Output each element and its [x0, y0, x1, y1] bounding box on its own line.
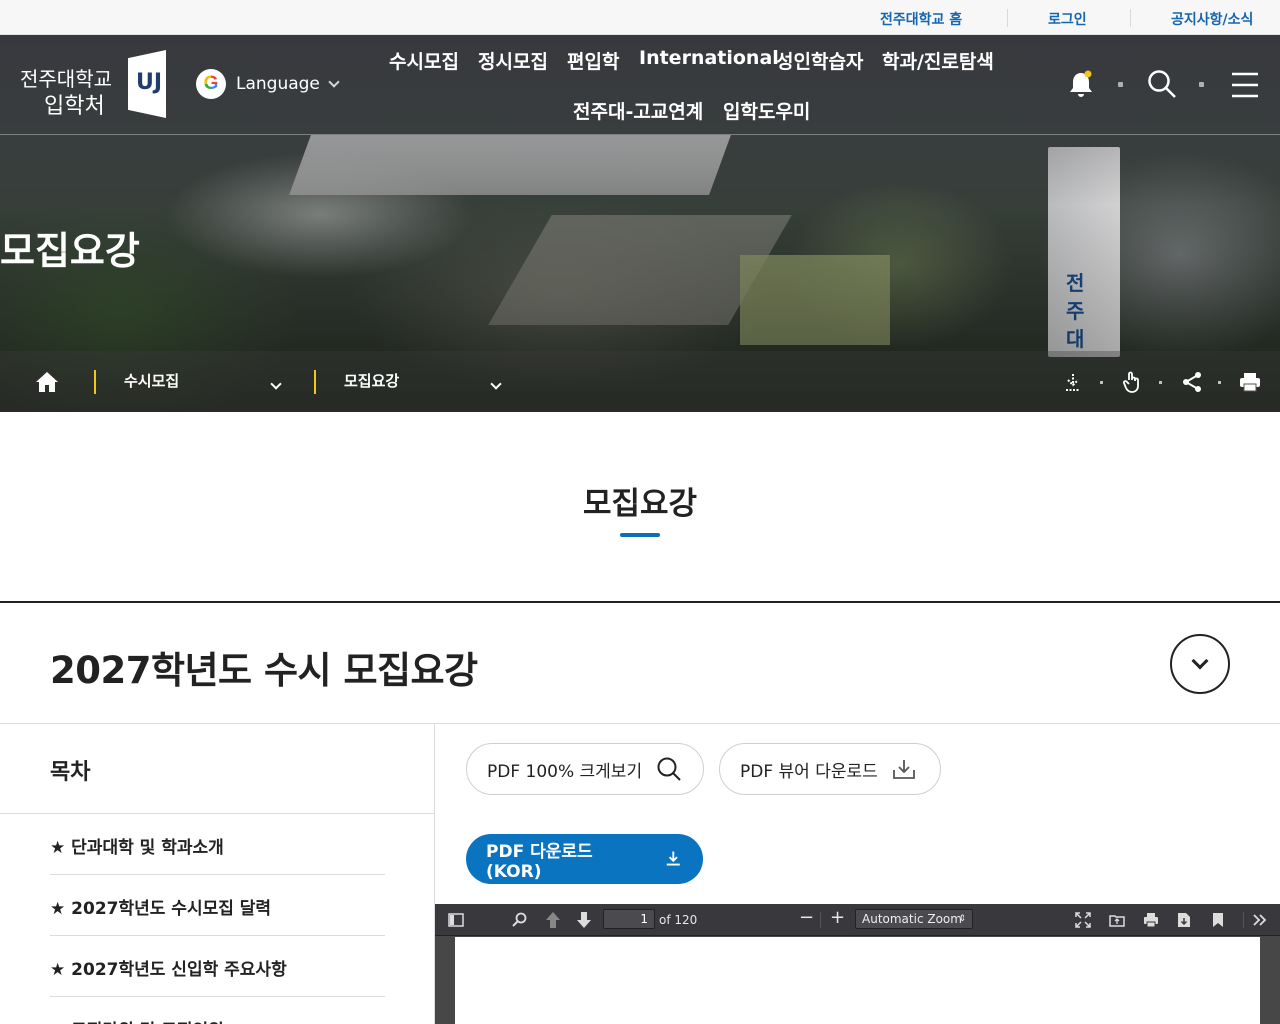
nav-item-departments[interactable]: 학과/진로탐색 [882, 47, 994, 74]
toc-header: 목차 [0, 724, 435, 814]
nav-item-susi[interactable]: 수시모집 [389, 47, 459, 74]
search-icon [657, 757, 681, 781]
logo-mark-text: UJ [136, 70, 163, 95]
zoom-select[interactable]: Automatic Zoom ⇕ [855, 909, 973, 929]
divider [1199, 82, 1204, 87]
download-icon [892, 760, 915, 779]
breadcrumb-level2[interactable]: 모집요강 [344, 370, 399, 391]
pdf-zoom-label: PDF 100% 크게보기 [487, 761, 643, 782]
toc-item[interactable]: ★ 단과대학 및 학과소개 [50, 814, 385, 875]
section-header: 2027학년도 수시 모집요강 [0, 601, 1280, 724]
nav-item-adult-learner[interactable]: 성인학습자 [776, 47, 863, 74]
divider [1100, 381, 1103, 384]
logo-mark-icon[interactable]: UJ [128, 50, 166, 118]
divider [314, 370, 316, 394]
chevron-down-icon[interactable] [270, 373, 282, 392]
pdf-download-kor-button[interactable]: PDF 다운로드 (KOR) [466, 834, 703, 884]
title-underline [620, 533, 660, 537]
divider [820, 912, 821, 928]
select-arrows-icon: ⇕ [958, 914, 966, 924]
divider [94, 370, 96, 394]
pdf-viewer: 1 of 120 − + Automatic Zoom ⇕ [435, 904, 1280, 1024]
divider [1218, 381, 1221, 384]
pdf-zoom-button[interactable]: PDF 100% 크게보기 [466, 743, 704, 795]
search-icon[interactable] [1147, 69, 1177, 99]
share-icon[interactable] [1181, 371, 1203, 393]
nav-item-helper[interactable]: 입학도우미 [723, 97, 810, 124]
nav-item-jeongsi[interactable]: 정시모집 [478, 47, 548, 74]
bell-icon[interactable] [1068, 70, 1094, 100]
site-header: 전주대학교 입학처 UJ G Language 수시모집 정시모집 편입학 In… [0, 35, 1280, 135]
notice-link[interactable]: 공지사항/소식 [1171, 9, 1253, 29]
logo-line2: 입학처 [44, 94, 105, 119]
toc-item[interactable]: ★ 2027학년도 신입학 주요사항 [50, 936, 385, 997]
page-number-input[interactable]: 1 [603, 909, 655, 929]
tools-chevron-icon[interactable] [1252, 913, 1268, 927]
divider [1007, 9, 1008, 27]
nav-item-international[interactable]: International [639, 47, 779, 69]
bookmark-icon[interactable] [1212, 912, 1224, 928]
previous-page-icon[interactable] [545, 911, 561, 929]
toc-list: ★ 단과대학 및 학과소개 ★ 2027학년도 수시모집 달력 ★ 2027학년… [0, 814, 435, 1024]
expand-button[interactable] [1170, 634, 1230, 694]
hero-title: 모집요강 [0, 229, 140, 273]
toc-item[interactable]: ★ 모집단위 및 모집인원 [50, 997, 385, 1024]
next-page-icon[interactable] [576, 911, 592, 929]
chevron-down-icon[interactable] [490, 373, 502, 392]
print-icon[interactable] [1239, 372, 1261, 392]
top-utility-bar: 전주대학교 홈 로그인 공지사항/소식 [0, 0, 1280, 35]
save-icon[interactable] [1177, 912, 1191, 928]
site-logo[interactable]: 전주대학교 입학처 [20, 65, 112, 121]
pdf-viewer-download-label: PDF 뷰어 다운로드 [740, 761, 878, 782]
divider [1130, 9, 1131, 27]
page-title: 모집요강 [582, 486, 698, 522]
zoom-out-icon[interactable] [1062, 371, 1084, 393]
pdf-toolbar: 1 of 120 − + Automatic Zoom ⇕ [435, 904, 1280, 936]
section-title: 2027학년도 수시 모집요강 [50, 649, 478, 692]
pdf-page [455, 937, 1260, 1024]
menu-icon[interactable] [1231, 72, 1259, 98]
chevron-down-icon [328, 76, 340, 88]
univ-home-link[interactable]: 전주대학교 홈 [880, 9, 962, 29]
divider [1243, 912, 1244, 928]
download-icon [667, 851, 681, 866]
login-link[interactable]: 로그인 [1048, 9, 1087, 29]
open-file-icon[interactable] [1109, 912, 1125, 928]
logo-line1: 전주대학교 [20, 67, 112, 91]
breadcrumb-level1[interactable]: 수시모집 [124, 370, 179, 391]
find-icon[interactable] [512, 912, 528, 928]
zoom-in-hand-icon[interactable] [1121, 370, 1143, 394]
language-selector[interactable]: G Language [196, 69, 340, 99]
pdf-viewer-download-button[interactable]: PDF 뷰어 다운로드 [719, 743, 941, 795]
fullscreen-icon[interactable] [1075, 912, 1091, 928]
nav-item-high-school[interactable]: 전주대-고교연계 [573, 97, 703, 124]
google-g: G [203, 73, 219, 94]
google-icon: G [196, 69, 226, 99]
zoom-out-button[interactable]: − [799, 909, 814, 927]
sidebar-toggle-icon[interactable] [448, 912, 464, 928]
nav-item-transfer[interactable]: 편입학 [567, 47, 619, 74]
breadcrumb: 수시모집 모집요강 [0, 351, 1280, 412]
zoom-select-value: Automatic Zoom [862, 912, 962, 926]
page-count: of 120 [659, 913, 698, 927]
print-icon[interactable] [1143, 912, 1159, 928]
divider [1159, 381, 1162, 384]
toc-title: 목차 [50, 760, 91, 785]
zoom-in-button[interactable]: + [830, 909, 845, 927]
divider [1118, 82, 1123, 87]
pdf-download-kor-label: PDF 다운로드 (KOR) [486, 841, 593, 882]
chevron-down-icon [1191, 652, 1209, 670]
language-label: Language [236, 74, 320, 94]
toc-item[interactable]: ★ 2027학년도 수시모집 달력 [50, 875, 385, 936]
home-icon[interactable] [34, 370, 60, 394]
